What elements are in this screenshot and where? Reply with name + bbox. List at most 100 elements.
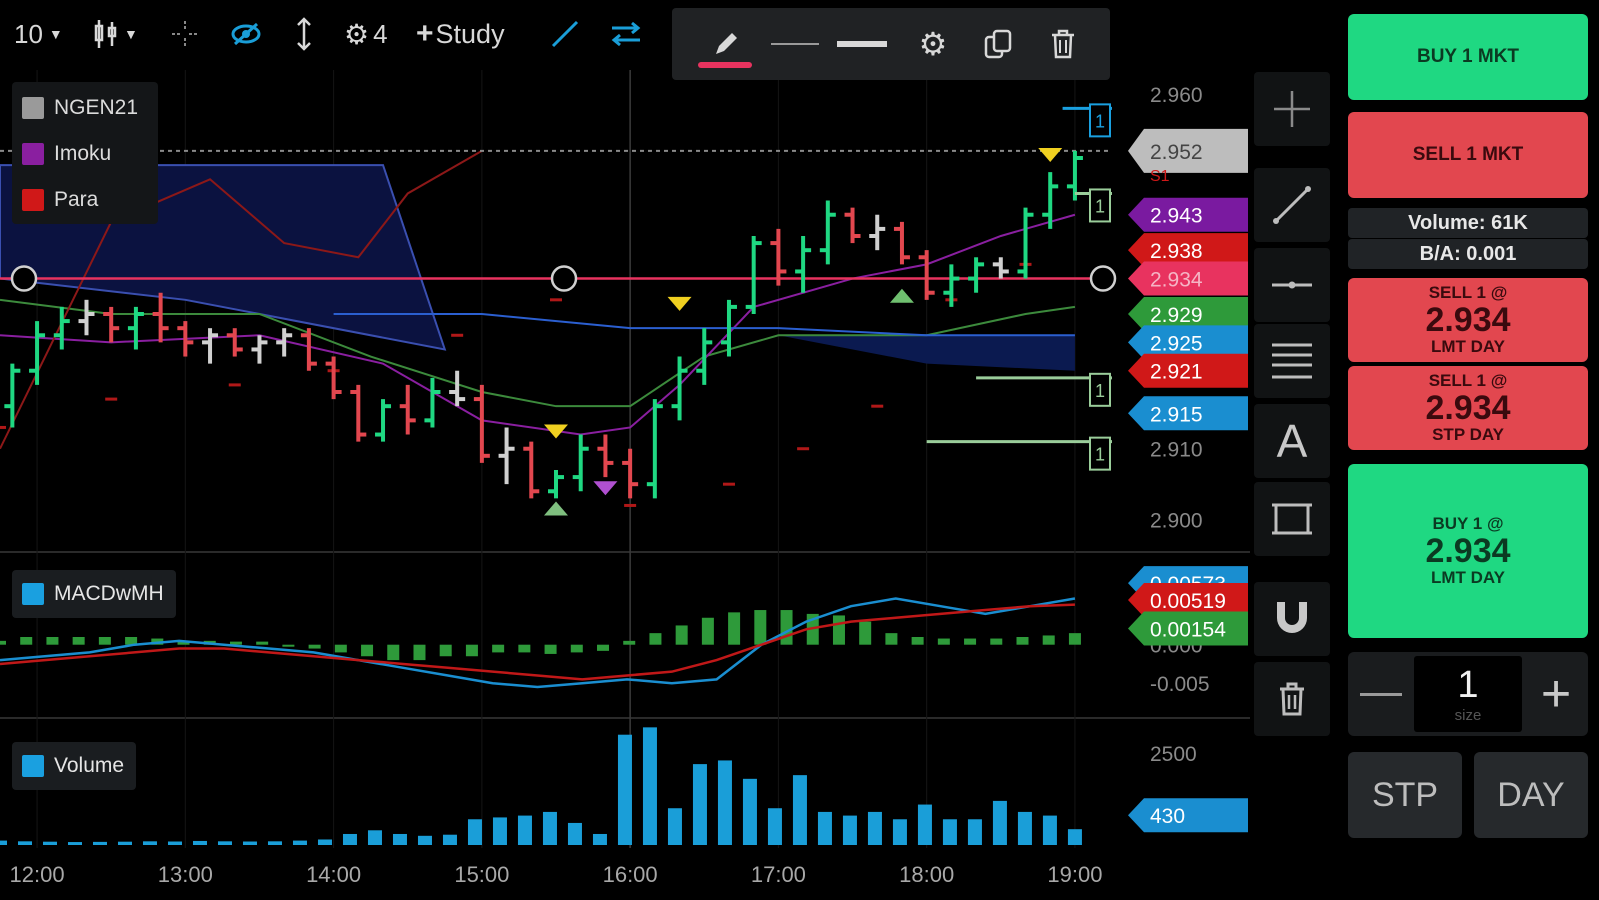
stop-order-button[interactable]: STP — [1348, 752, 1462, 838]
volume-bar — [817, 811, 832, 845]
hide-drawings-button[interactable] — [230, 14, 262, 54]
volume-bar — [667, 808, 682, 845]
legend-item-imoku[interactable]: Imoku — [22, 142, 111, 166]
chart-type-selector[interactable]: ▼ — [92, 14, 138, 54]
indicators-button[interactable]: ⚙ 4 — [344, 14, 388, 54]
sell-limit-button[interactable]: SELL 1 @ 2.934 LMT DAY — [1348, 278, 1588, 362]
legend-swatch — [22, 189, 44, 211]
macd-label[interactable]: MACDwMH — [12, 570, 176, 618]
volume-bar — [117, 841, 132, 845]
volume-info: Volume: 61K — [1348, 208, 1588, 238]
price-axis-tick: 2.900 — [1150, 510, 1203, 533]
macd-histogram-bar — [832, 615, 845, 645]
macd-histogram-bar — [859, 621, 872, 645]
buy-limit-button[interactable]: BUY 1 @ 2.934 LMT DAY — [1348, 464, 1588, 638]
price-candle — [869, 214, 886, 251]
signal-marker — [1038, 148, 1063, 162]
buy-market-button[interactable]: BUY 1 MKT — [1348, 14, 1588, 100]
volume-bar — [917, 804, 932, 845]
price-candle — [152, 292, 169, 343]
price-candle — [1017, 207, 1034, 279]
compare-button[interactable] — [610, 14, 642, 54]
buy-limit-line3: LMT DAY — [1431, 568, 1505, 587]
thin-line-tool[interactable] — [768, 24, 822, 64]
price-candle — [103, 306, 120, 343]
interval-selector[interactable]: 10 ▼ — [14, 14, 63, 54]
trendline-tool[interactable] — [1254, 168, 1330, 242]
volume-label[interactable]: Volume — [12, 742, 137, 790]
macd-histogram-bar — [20, 637, 33, 645]
macd-histogram-bar — [0, 640, 6, 645]
legend-item-para[interactable]: Para — [22, 188, 98, 212]
drawing-settings-button[interactable]: ⚙ — [908, 24, 958, 64]
macd-label-text: MACDwMH — [54, 582, 164, 605]
macd-histogram-bar — [990, 638, 1003, 645]
clone-drawing-button[interactable] — [974, 24, 1024, 64]
macd-histogram-bar — [675, 625, 688, 645]
crosshair-button[interactable] — [170, 14, 200, 54]
chart-svg[interactable]: 1 1 1 1 2.960 2.910 2.900 2.952 S1 2.943 2.938 2.93… — [0, 0, 1340, 900]
trendline-icon — [1273, 186, 1311, 224]
volume-bar — [317, 839, 332, 845]
magnet-tool[interactable] — [1254, 582, 1330, 656]
legend-item-ngen21[interactable]: NGEN21 — [22, 96, 138, 120]
trash-icon — [1052, 29, 1074, 59]
line-draw-icon — [551, 20, 579, 48]
delete-drawing-button[interactable] — [1038, 24, 1088, 64]
fibonacci-tool[interactable] — [1254, 324, 1330, 398]
thin-line-icon — [771, 43, 819, 45]
volume-bar — [367, 830, 382, 845]
increment-button[interactable]: + — [1524, 652, 1588, 736]
text-icon: A — [1276, 415, 1308, 467]
price-candle — [78, 299, 95, 336]
volume-bar — [867, 811, 882, 845]
quantity-field[interactable]: 1 size — [1414, 656, 1522, 732]
time-axis-label: 19:00 — [1047, 862, 1102, 887]
rectangle-tool[interactable] — [1254, 482, 1330, 556]
legend-swatch — [22, 755, 44, 777]
horizontal-line-icon — [1272, 281, 1312, 289]
price-candle — [548, 470, 564, 499]
price-candle — [646, 399, 663, 499]
thick-line-tool[interactable] — [832, 24, 892, 64]
volume-bar — [792, 775, 807, 845]
crosshair-tool[interactable] — [1254, 72, 1330, 146]
pencil-tool[interactable] — [700, 24, 752, 64]
price-tag-label: 2.938 — [1150, 240, 1203, 263]
swap-icon — [611, 21, 641, 47]
volume-bar — [1017, 811, 1032, 845]
volume-bar — [992, 800, 1007, 845]
sell-market-button[interactable]: SELL 1 MKT — [1348, 112, 1588, 198]
macd-histogram-bar — [98, 637, 111, 645]
chevron-down-icon: ▼ — [124, 26, 138, 42]
decrement-button[interactable] — [1348, 652, 1414, 736]
volume-bar — [492, 817, 507, 845]
sell-stop-line1: SELL 1 @ — [1428, 371, 1508, 390]
draw-line-button[interactable] — [550, 14, 580, 54]
scale-button[interactable] — [294, 14, 314, 54]
buy-limit-price: 2.934 — [1425, 532, 1511, 570]
add-study-button[interactable]: + Study — [416, 14, 505, 54]
sell-stop-button[interactable]: SELL 1 @ 2.934 STP DAY — [1348, 366, 1588, 450]
gear-icon: ⚙ — [344, 18, 370, 50]
macd-histogram-bar — [256, 641, 269, 645]
text-tool[interactable]: A — [1254, 404, 1330, 478]
legend-label: Para — [54, 188, 99, 211]
sell-market-label: SELL 1 MKT — [1412, 144, 1524, 165]
macd-tag-label: 0.00519 — [1150, 590, 1226, 613]
price-candle — [696, 328, 713, 385]
horizontal-line-tool[interactable] — [1254, 248, 1330, 322]
price-candle — [350, 384, 367, 442]
delete-all-drawings[interactable] — [1254, 662, 1330, 736]
price-candle — [523, 441, 540, 499]
order-marker-label: 1 — [1095, 196, 1105, 216]
price-axis-tick: 2.960 — [1150, 84, 1203, 107]
volume-bar — [692, 764, 707, 845]
fibonacci-icon — [1272, 343, 1312, 379]
price-candle — [968, 257, 985, 293]
macd-histogram-bar — [937, 638, 950, 645]
time-in-force-button[interactable]: DAY — [1474, 752, 1588, 838]
vertical-arrows-icon — [297, 17, 311, 51]
volume-bar — [592, 833, 607, 845]
price-candle — [819, 200, 836, 265]
